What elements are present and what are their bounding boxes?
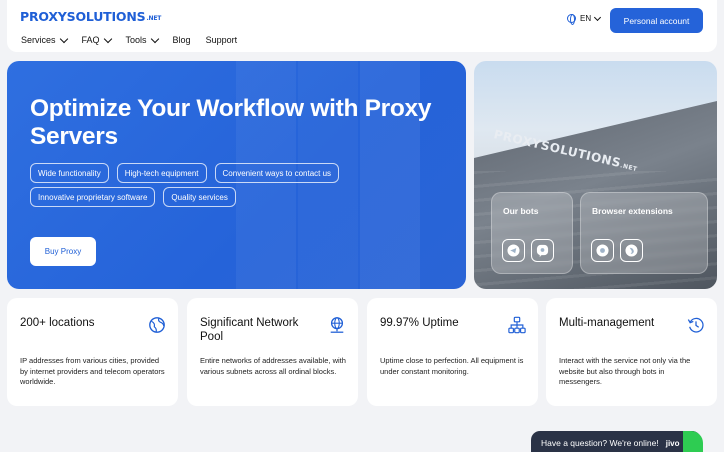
extensions-icons (591, 239, 643, 262)
nav-label: Blog (172, 35, 191, 45)
tag-item: Convenient ways to contact us (214, 163, 340, 183)
language-label: EN (580, 14, 592, 23)
site-logo[interactable]: PROXYSOLUTIONS.NET (20, 9, 161, 24)
card-title: 200+ locations (20, 317, 95, 329)
card-title: 99.97% Uptime (380, 317, 459, 329)
tag-item: Wide functionality (30, 163, 109, 183)
feature-card-network-pool: Significant Network Pool Entire networks… (187, 298, 358, 406)
tag-item: High-tech equipment (116, 163, 207, 183)
bots-title: Our bots (503, 206, 539, 216)
live-chat-widget[interactable]: Have a question? We're online! jivo (531, 431, 701, 452)
bots-icons (502, 239, 554, 262)
feature-card-uptime: 99.97% Uptime Uptime close to perfection… (367, 298, 538, 406)
logo-suffix: .NET (146, 15, 162, 22)
card-text: Entire networks of addresses available, … (200, 356, 346, 376)
card-text: Interact with the service not only via t… (559, 356, 691, 386)
extensions-card: Browser extensions (580, 192, 708, 274)
main-nav: Services FAQ Tools Blog Support (21, 34, 238, 45)
nav-label: FAQ (81, 35, 100, 45)
nav-faq[interactable]: FAQ (81, 34, 112, 45)
hero-title: Optimize Your Workflow with Proxy Server… (30, 95, 432, 150)
feature-card-multi-management: Multi-management Interact with the servi… (546, 298, 717, 406)
feature-tags: Wide functionality High-tech equipment C… (30, 163, 430, 207)
telegram-icon[interactable] (502, 239, 525, 262)
card-text: Uptime close to perfection. All equipmen… (380, 356, 524, 376)
viber-icon[interactable] (531, 239, 554, 262)
hierarchy-icon (508, 316, 526, 334)
network-icon (330, 317, 344, 333)
nav-tools[interactable]: Tools (125, 34, 159, 45)
nav-label: Support (205, 35, 238, 45)
chevron-down-icon (59, 34, 68, 43)
tag-item: Innovative proprietary software (30, 187, 156, 207)
globe-icon (567, 14, 576, 25)
hero-banner: Optimize Your Workflow with Proxy Server… (7, 61, 466, 289)
card-text: IP addresses from various cities, provid… (20, 356, 165, 386)
history-icon (687, 317, 704, 333)
logo-text: PROXYSOLUTIONS (20, 9, 146, 24)
nav-services[interactable]: Services (21, 34, 68, 45)
globe-icon (149, 317, 165, 333)
card-title: Significant Network Pool (200, 317, 299, 343)
chat-status-indicator (683, 431, 703, 452)
chrome-icon[interactable] (591, 239, 614, 262)
chevron-down-icon (594, 13, 602, 22)
building-promo-panel: PROXYSOLUTIONS.NET Our bots Browser exte… (474, 61, 717, 289)
personal-account-button[interactable]: Personal account (610, 8, 703, 33)
buy-proxy-button[interactable]: Buy Proxy (30, 237, 96, 266)
chevron-down-icon (150, 34, 159, 43)
chat-prompt: Have a question? We're online! (541, 438, 659, 448)
site-header: PROXYSOLUTIONS.NET Services FAQ Tools Bl… (7, 0, 717, 52)
firefox-icon[interactable] (620, 239, 643, 262)
jivo-logo: jivo (665, 438, 680, 448)
nav-label: Services (21, 35, 56, 45)
feature-card-locations: 200+ locations IP addresses from various… (7, 298, 178, 406)
card-title: Multi-management (559, 317, 655, 329)
bots-card: Our bots (491, 192, 573, 274)
language-selector[interactable]: EN (567, 13, 602, 25)
tag-item: Quality services (163, 187, 236, 207)
chevron-down-icon (103, 34, 112, 43)
nav-support[interactable]: Support (206, 35, 238, 45)
nav-blog[interactable]: Blog (173, 35, 191, 45)
extensions-title: Browser extensions (592, 206, 673, 216)
nav-label: Tools (125, 35, 147, 45)
